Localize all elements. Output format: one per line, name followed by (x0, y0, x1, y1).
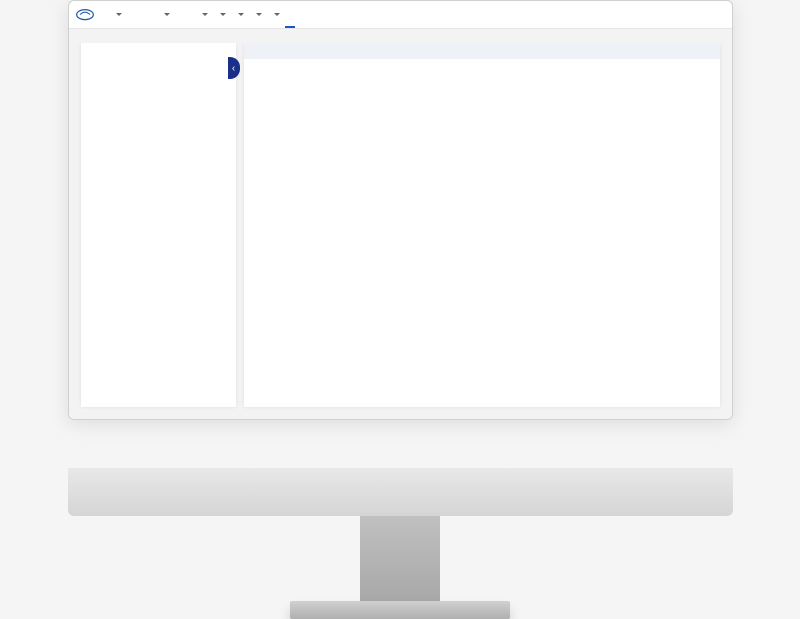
nav-reports[interactable] (285, 1, 295, 28)
chevron-down-icon (220, 13, 226, 16)
nav-accounts[interactable] (249, 1, 267, 28)
sidebar-collapse-handle[interactable]: ‹ (228, 57, 240, 79)
chevron-down-icon (202, 13, 208, 16)
chevron-down-icon (238, 13, 244, 16)
top-nav (69, 1, 732, 29)
nav-inventory[interactable] (231, 1, 249, 28)
page-title (69, 29, 732, 43)
nav-work-orders[interactable] (157, 1, 175, 28)
monitor-bezel (68, 468, 733, 516)
chevron-left-icon: ‹ (232, 63, 235, 74)
monitor-screen: ‹ (68, 0, 733, 420)
nav-ops[interactable] (267, 1, 285, 28)
nav-messages[interactable] (295, 1, 305, 28)
report-panel (244, 43, 720, 407)
monitor-stand-base (290, 601, 510, 619)
nav-customers[interactable] (109, 1, 127, 28)
nav-incident[interactable] (127, 1, 137, 28)
app-logo-icon (75, 8, 95, 22)
nav-project[interactable] (147, 1, 157, 28)
chevron-down-icon (116, 13, 122, 16)
chevron-down-icon (274, 13, 280, 16)
nav-scheduler[interactable] (175, 1, 185, 28)
reports-sidebar (81, 43, 236, 407)
chevron-down-icon (256, 13, 262, 16)
content-row: ‹ (69, 43, 732, 419)
page-body: ‹ (69, 29, 732, 419)
monitor-stand-neck (360, 516, 440, 601)
nav-field-tickets[interactable] (185, 1, 195, 28)
nav-proposal[interactable] (137, 1, 147, 28)
nav-home[interactable] (99, 1, 109, 28)
nav-assets[interactable] (213, 1, 231, 28)
panel-header (244, 43, 720, 59)
panel-body (244, 59, 720, 407)
nav-smart-contracts[interactable] (195, 1, 213, 28)
chevron-down-icon (164, 13, 170, 16)
